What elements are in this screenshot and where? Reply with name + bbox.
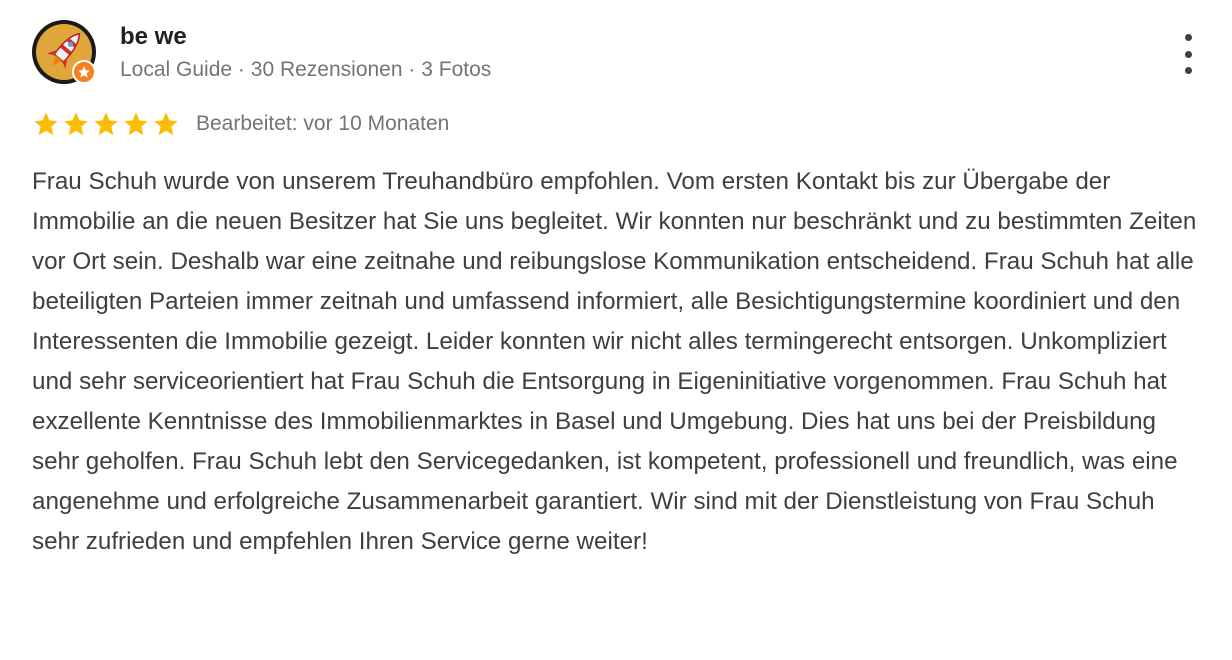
local-guide-star-badge-icon [72, 60, 96, 84]
review-count: 30 Rezensionen [250, 58, 403, 81]
more-vert-icon [1184, 34, 1192, 41]
photo-count: 3 Fotos [421, 58, 492, 81]
star-rating [32, 110, 180, 138]
star-icon [64, 112, 88, 136]
star-icon [154, 112, 178, 136]
meta-separator: · [237, 58, 245, 81]
rating-row: Bearbeitet: vor 10 Monaten [32, 108, 449, 140]
review-text: Frau Schuh wurde von unserem Treuhandbür… [32, 168, 1197, 555]
star-icon [34, 112, 58, 136]
more-options-button[interactable] [1174, 34, 1202, 74]
review-header: be we Local Guide · 30 Rezensionen · 3 F… [32, 20, 1202, 90]
local-guide-label: Local Guide [120, 58, 233, 81]
star-icon [124, 112, 148, 136]
review-date: Bearbeitet: vor 10 Monaten [196, 112, 450, 135]
star-icon [94, 112, 118, 136]
reviewer-name[interactable]: be we [120, 22, 187, 52]
reviewer-avatar[interactable] [32, 20, 96, 84]
reviewer-meta: Local Guide · 30 Rezensionen · 3 Fotos [120, 56, 491, 84]
more-vert-icon-dot [1184, 50, 1192, 58]
more-vert-icon-dot [1184, 67, 1192, 74]
meta-separator: · [408, 58, 416, 81]
